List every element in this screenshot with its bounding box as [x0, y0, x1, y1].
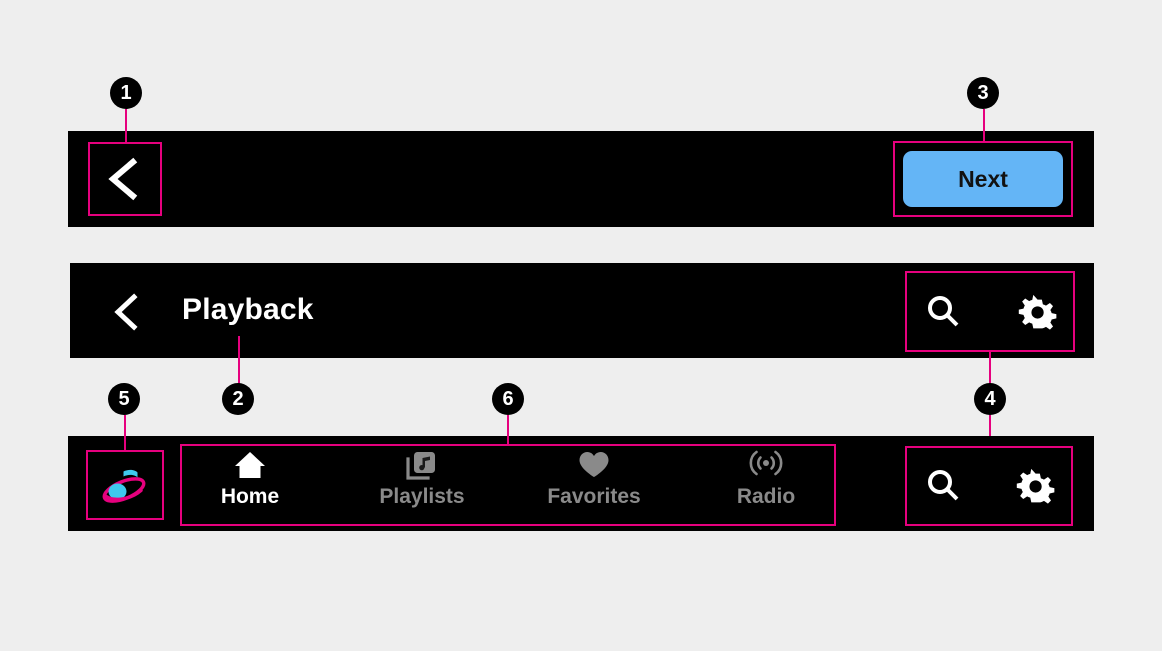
chevron-left-icon — [114, 293, 138, 331]
page-title: Playback — [182, 293, 314, 326]
callout-badge-6: 6 — [492, 383, 524, 415]
heart-icon — [577, 448, 611, 482]
next-button[interactable]: Next — [903, 151, 1063, 207]
tab-playlists[interactable]: Playlists — [340, 448, 504, 520]
tab-home-label: Home — [220, 485, 280, 508]
chevron-left-icon — [108, 157, 138, 201]
top-bar-back-button[interactable] — [88, 142, 162, 216]
callout-badge-2: 2 — [222, 383, 254, 415]
header-back-button[interactable] — [104, 288, 150, 336]
header-search-button[interactable] — [918, 288, 968, 336]
brand-logo[interactable] — [100, 460, 150, 510]
playlist-icon — [405, 448, 439, 482]
header-settings-button[interactable] — [1012, 287, 1064, 337]
leader-line-6 — [507, 415, 509, 445]
tab-playlists-label: Playlists — [379, 485, 465, 508]
tab-favorites-label: Favorites — [547, 485, 641, 508]
tabbar-search-button[interactable] — [918, 462, 968, 510]
tab-radio-label: Radio — [736, 485, 796, 508]
home-icon — [233, 448, 267, 482]
leader-line-4-up — [989, 352, 991, 384]
callout-badge-5: 5 — [108, 383, 140, 415]
leader-line-2 — [238, 336, 240, 384]
callout-badge-3: 3 — [967, 77, 999, 109]
music-note-orbit-logo — [102, 469, 146, 503]
search-icon — [928, 470, 959, 501]
tab-favorites[interactable]: Favorites — [512, 448, 676, 520]
leader-line-1 — [125, 109, 127, 143]
tab-radio[interactable]: Radio — [684, 448, 848, 520]
leader-line-3 — [983, 109, 985, 142]
tab-home[interactable]: Home — [168, 448, 332, 520]
callout-badge-4: 4 — [974, 383, 1006, 415]
callout-badge-1: 1 — [110, 77, 142, 109]
gear-icon — [1018, 294, 1057, 330]
leader-line-5 — [124, 415, 126, 451]
radio-broadcast-icon — [749, 448, 783, 482]
tabbar-settings-button[interactable] — [1010, 461, 1062, 511]
gear-icon — [1016, 468, 1055, 504]
search-icon — [928, 296, 959, 327]
